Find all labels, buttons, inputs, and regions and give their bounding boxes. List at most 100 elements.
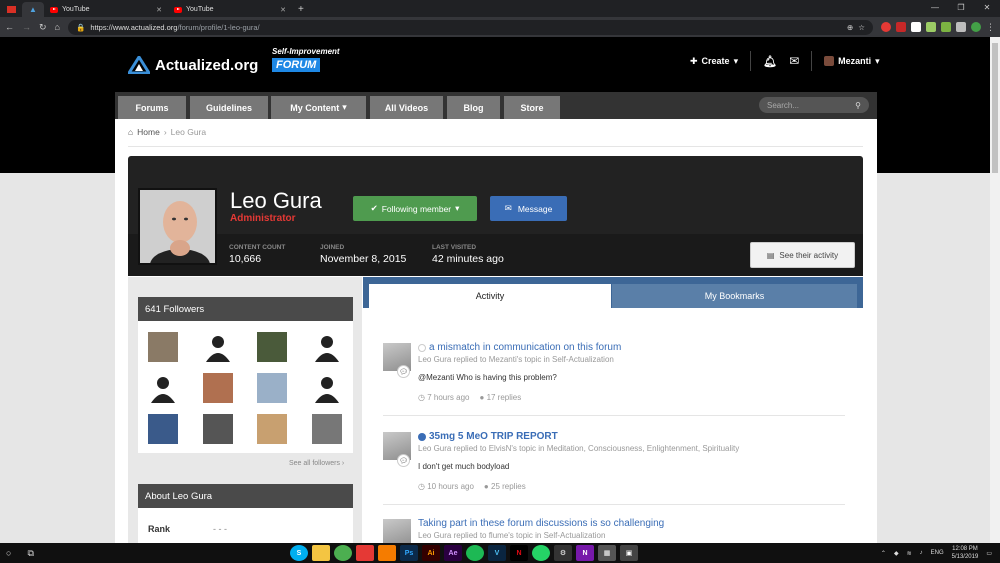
language-indicator[interactable]: ENG bbox=[931, 550, 944, 556]
scrollbar-thumb[interactable] bbox=[992, 43, 998, 173]
profile-avatar[interactable] bbox=[138, 188, 217, 265]
nav-store[interactable]: Store bbox=[504, 96, 560, 119]
follower-avatar[interactable] bbox=[148, 373, 178, 403]
clock-icon: ◷ bbox=[418, 482, 425, 491]
messages-button[interactable]: ✉ bbox=[789, 54, 811, 68]
nav-my-content[interactable]: My Content ▾ bbox=[271, 96, 366, 119]
activity-title-link[interactable]: 35mg 5 MeO TRIP REPORT bbox=[418, 431, 558, 442]
file-explorer-icon[interactable] bbox=[312, 545, 330, 561]
extension-icon[interactable] bbox=[881, 22, 891, 32]
tab-youtube-1[interactable]: YouTube ✕ bbox=[44, 2, 168, 17]
breadcrumb-home[interactable]: Home bbox=[137, 127, 160, 137]
activity-replies[interactable]: 25 replies bbox=[491, 482, 526, 491]
activity-replies[interactable]: 17 replies bbox=[487, 393, 522, 402]
user-silhouette-icon bbox=[315, 377, 339, 403]
nav-blog[interactable]: Blog bbox=[447, 96, 500, 119]
spotify-icon[interactable] bbox=[466, 545, 484, 561]
nav-guidelines[interactable]: Guidelines bbox=[190, 96, 268, 119]
stat-joined: JOINED November 8, 2015 bbox=[320, 244, 406, 265]
minimize-icon[interactable]: — bbox=[922, 0, 948, 16]
see-all-followers-link[interactable]: See all followers › bbox=[289, 460, 344, 467]
menu-icon[interactable]: ⋮ bbox=[986, 22, 995, 33]
envelope-icon: ✉ bbox=[504, 203, 512, 213]
tab-activity[interactable]: Activity bbox=[369, 284, 611, 308]
follower-avatar[interactable] bbox=[312, 414, 342, 444]
follower-avatar[interactable] bbox=[148, 332, 178, 362]
close-icon[interactable]: ✕ bbox=[156, 6, 162, 14]
vlc-icon[interactable] bbox=[378, 545, 396, 561]
new-tab-button[interactable]: + bbox=[292, 2, 310, 17]
skype-icon[interactable]: S bbox=[290, 545, 308, 561]
popcorn-icon[interactable] bbox=[356, 545, 374, 561]
user-menu[interactable]: Mezanti ▾ bbox=[812, 56, 892, 67]
create-button[interactable]: ✚ Create ▾ bbox=[678, 56, 750, 67]
close-icon[interactable]: ✕ bbox=[280, 6, 286, 14]
tab-youtube-2[interactable]: YouTube ✕ bbox=[168, 2, 292, 17]
vegas-icon[interactable]: V bbox=[488, 545, 506, 561]
message-button[interactable]: ✉ Message bbox=[490, 196, 567, 221]
activity-title-link[interactable]: a mismatch in communication on this foru… bbox=[418, 342, 621, 353]
activity-footer: ◷ 10 hours ago ● 25 replies bbox=[418, 482, 526, 491]
follower-avatar[interactable] bbox=[148, 414, 178, 444]
onenote-icon[interactable]: N bbox=[576, 545, 594, 561]
home-icon[interactable]: ⌂ bbox=[55, 22, 60, 32]
notification-center-icon[interactable]: ▭ bbox=[986, 550, 992, 557]
clock[interactable]: 12:08 PM 5/13/2019 bbox=[952, 545, 979, 561]
reload-icon[interactable]: ↻ bbox=[39, 22, 47, 33]
nav-forums[interactable]: Forums bbox=[118, 96, 186, 119]
extension-icon[interactable] bbox=[896, 22, 906, 32]
search-input[interactable]: Search... ⚲ bbox=[759, 97, 869, 113]
tab-gmail[interactable] bbox=[0, 2, 22, 17]
divider bbox=[383, 504, 845, 505]
extension-icon[interactable] bbox=[911, 22, 921, 32]
back-icon[interactable]: ← bbox=[5, 22, 14, 32]
nav-all-videos[interactable]: All Videos bbox=[370, 96, 443, 119]
tab-my-bookmarks[interactable]: My Bookmarks bbox=[612, 284, 857, 308]
illustrator-icon[interactable]: Ai bbox=[422, 545, 440, 561]
forum-badge[interactable]: Self-Improvement FORUM bbox=[272, 47, 340, 72]
photoshop-icon[interactable]: Ps bbox=[400, 545, 418, 561]
close-window-icon[interactable]: ✕ bbox=[974, 0, 1000, 16]
follower-avatar[interactable] bbox=[257, 332, 287, 362]
netflix-icon[interactable]: N bbox=[510, 545, 528, 561]
tray-expand-icon[interactable]: ⌃ bbox=[881, 550, 886, 557]
follower-avatar[interactable] bbox=[203, 373, 233, 403]
restore-icon[interactable]: ❐ bbox=[948, 0, 974, 16]
url-input[interactable]: 🔒 https://www.actualized.org/forum/profi… bbox=[67, 19, 873, 35]
photos-icon[interactable]: ▣ bbox=[620, 545, 638, 561]
zoom-icon[interactable]: ⊕ bbox=[847, 23, 853, 32]
follower-avatar[interactable] bbox=[312, 373, 342, 403]
settings-icon[interactable]: ⚙ bbox=[554, 545, 572, 561]
follower-avatar[interactable] bbox=[203, 414, 233, 444]
following-member-button[interactable]: ✔ Following member ▾ bbox=[353, 196, 477, 221]
calendar-icon[interactable]: ▦ bbox=[598, 545, 616, 561]
whatsapp-icon[interactable] bbox=[532, 545, 550, 561]
profile-icon[interactable] bbox=[971, 22, 981, 32]
forward-icon[interactable]: → bbox=[22, 22, 31, 32]
activity-title-link[interactable]: Taking part in these forum discussions i… bbox=[418, 518, 664, 529]
cortana-icon[interactable]: ○ bbox=[6, 548, 11, 558]
follower-avatar[interactable] bbox=[257, 373, 287, 403]
see-activity-button[interactable]: ▤ See their activity bbox=[750, 242, 855, 268]
follower-avatar[interactable] bbox=[203, 332, 233, 362]
network-icon[interactable]: ≋ bbox=[907, 550, 912, 557]
extension-icon[interactable] bbox=[956, 22, 966, 32]
activity-body: @Mezanti Who is having this problem? bbox=[418, 373, 557, 382]
notifications-button[interactable]: 🔔︎ bbox=[751, 55, 789, 68]
follower-avatar[interactable] bbox=[312, 332, 342, 362]
extensions: ⋮ bbox=[881, 22, 995, 33]
star-icon[interactable]: ☆ bbox=[858, 23, 865, 32]
follower-avatar[interactable] bbox=[257, 414, 287, 444]
unread-dot-icon bbox=[418, 343, 426, 352]
tab-actualized[interactable]: ▲ bbox=[22, 2, 44, 17]
extension-icon[interactable] bbox=[941, 22, 951, 32]
after-effects-icon[interactable]: Ae bbox=[444, 545, 462, 561]
extension-icon[interactable] bbox=[926, 22, 936, 32]
site-logo[interactable]: Actualized.org bbox=[128, 56, 258, 74]
chrome-icon[interactable] bbox=[334, 545, 352, 561]
volume-icon[interactable]: ♪ bbox=[920, 550, 923, 556]
dropbox-icon[interactable]: ◆ bbox=[894, 550, 899, 557]
follow-label: Following member bbox=[381, 203, 452, 214]
task-view-icon[interactable]: ⧉ bbox=[27, 548, 33, 559]
search-icon[interactable]: ⚲ bbox=[855, 101, 861, 110]
